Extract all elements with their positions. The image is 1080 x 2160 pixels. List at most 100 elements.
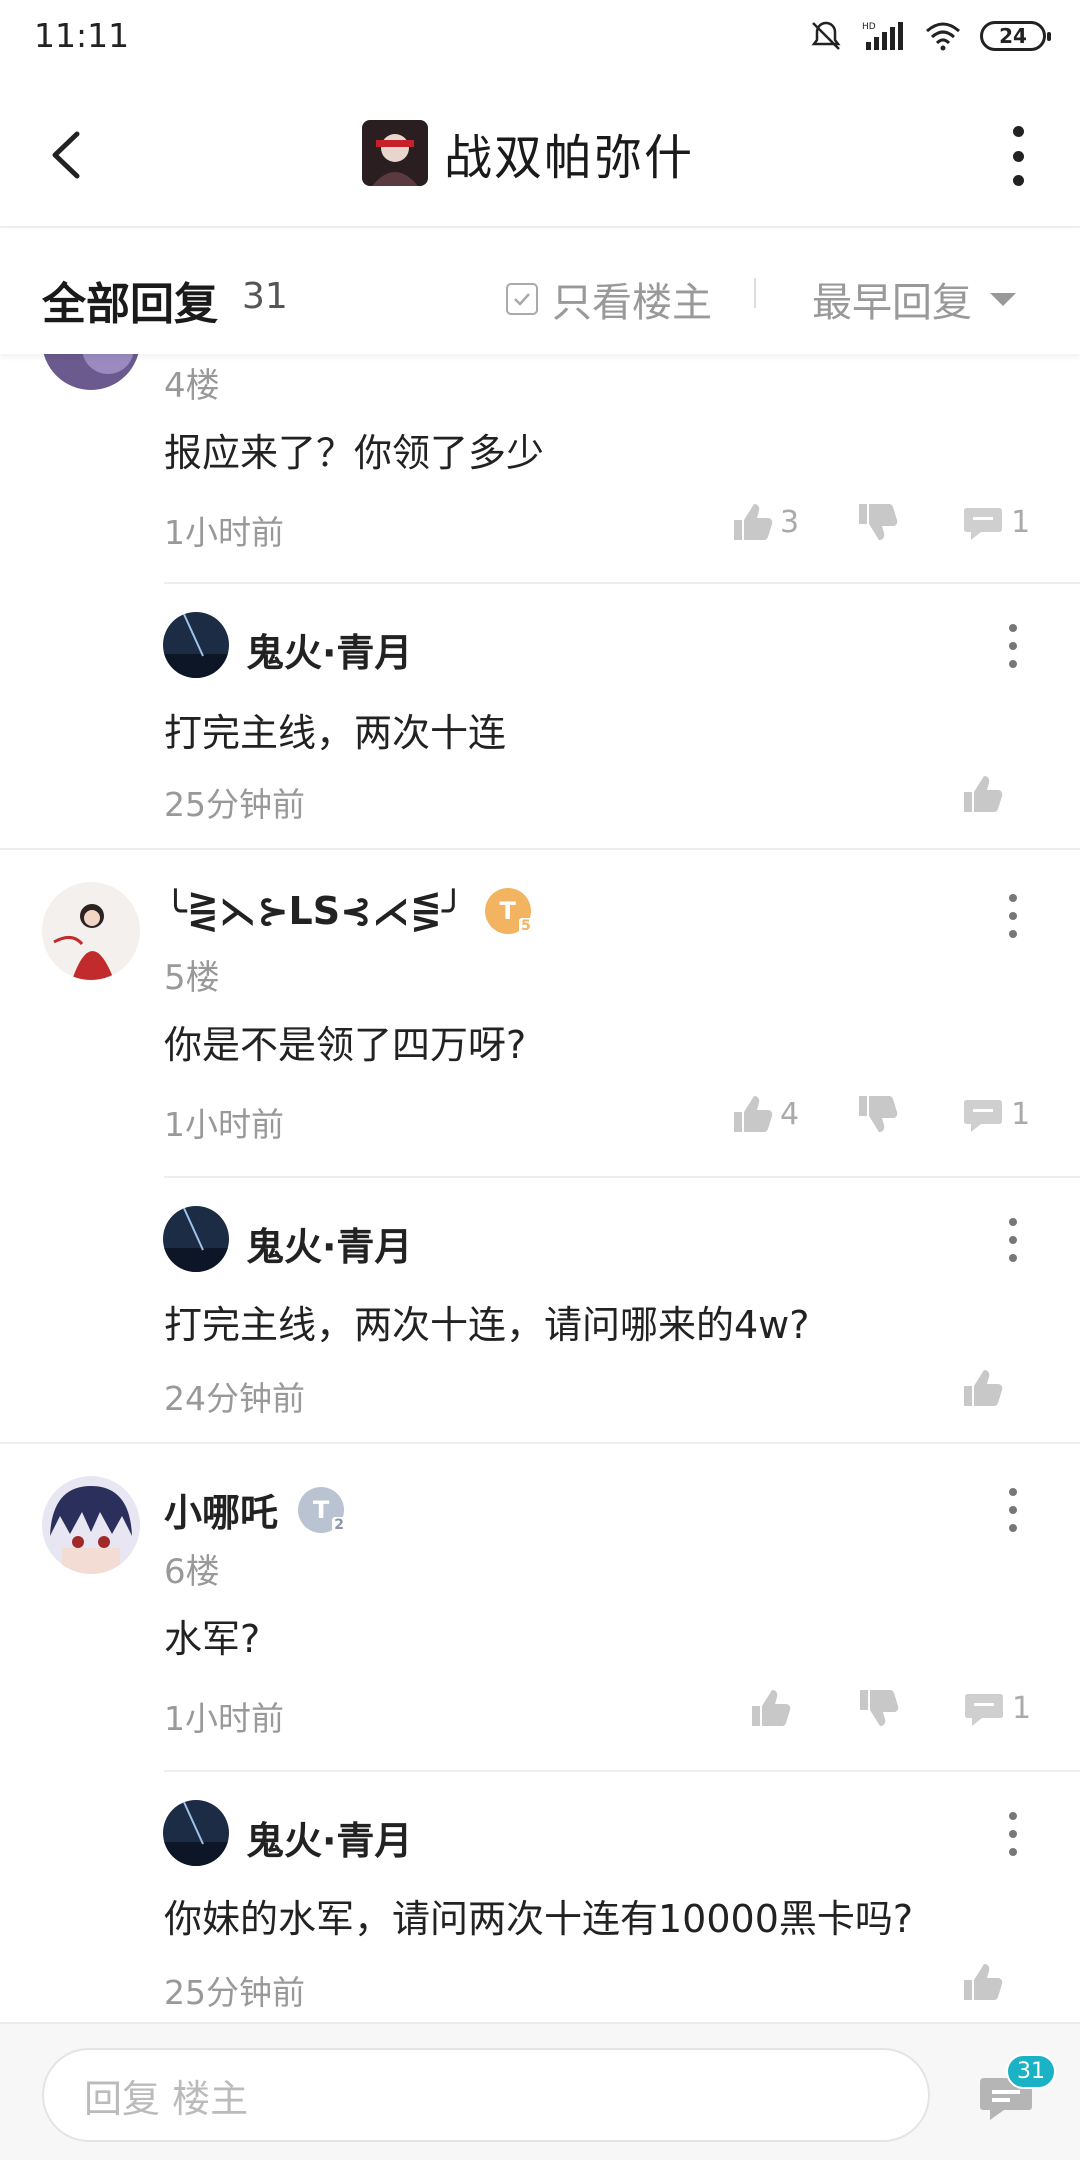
user-avatar[interactable] [42,354,140,390]
reply-username[interactable]: 鬼火·青月 [246,1810,412,1865]
post-more-button[interactable] [1008,894,1018,938]
sort-dropdown[interactable]: 最早回复 [812,270,1016,328]
reply-more-button[interactable] [1008,1218,1018,1262]
thumbs-down-icon [860,1690,899,1726]
reply-more-button[interactable] [1008,624,1018,668]
user-avatar[interactable] [163,1800,229,1866]
comment-button[interactable]: 1 [962,1686,1031,1730]
wifi-icon [926,22,960,51]
post-username[interactable]: ╰⋛⋋⊱LS⊰⋌⋚╯ T5 [164,888,533,934]
reply-time: 1小时前 [164,513,284,552]
user-avatar[interactable] [163,1206,229,1272]
signal-icon: HD [862,22,903,50]
user-avatar[interactable] [163,612,229,678]
thumbs-up-icon [752,1690,791,1726]
comment-button[interactable]: 1 [961,1092,1030,1136]
more-options-button[interactable] [1008,126,1028,186]
thumbs-up-icon [734,1096,773,1132]
reply-filter-bar: 全部回复 31 只看楼主 最早回复 [0,230,1080,354]
username-text: 小哪吒 [164,1491,279,1535]
reply-more-button[interactable] [1008,1812,1018,1856]
post-more-button[interactable] [1008,1488,1018,1532]
floor-number: 6楼 [164,1552,220,1592]
user-avatar[interactable] [42,1476,140,1574]
reply-time: 25分钟前 [164,1973,305,2012]
reply-item: ╰⋛⋋⊱LS⊰⋌⋚╯ T5 5楼 你是不是领了四万呀? 1小时前 4 1 鬼火·… [0,850,1080,1442]
battery-indicator: 24 [980,21,1051,51]
like-button[interactable] [748,1686,792,1730]
reply-time: 24分钟前 [164,1379,305,1418]
user-avatar[interactable] [42,882,140,980]
reply-feed[interactable]: 4楼 报应来了？你领了多少 1小时前 3 1 鬼火·青月 打完主线，两次十连 2… [0,354,1080,2022]
level-badge-icon: T5 [484,888,533,934]
thumbs-down-icon [859,1096,898,1132]
caret-down-icon [990,292,1016,306]
reply-bar: 回复 楼主 31 [0,2022,1080,2160]
comment-count: 1 [1012,1690,1032,1726]
game-logo [362,120,428,186]
dislike-button[interactable] [856,1686,900,1730]
status-icons: HD 24 [808,18,1051,54]
forum-title-group[interactable]: 战双帕弥什 [362,118,694,188]
divider [164,1770,1080,1772]
thumbs-up-icon [964,1370,1003,1406]
divider [164,1176,1080,1178]
more-dot-icon [1012,175,1024,186]
reply-time: 1小时前 [164,1105,284,1144]
reply-item: 4楼 报应来了？你领了多少 1小时前 3 1 鬼火·青月 打完主线，两次十连 2… [0,354,1080,848]
back-arrow-icon [52,131,80,179]
floor-number: 4楼 [164,366,220,406]
only-op-toggle[interactable]: 只看楼主 [506,270,712,328]
like-button[interactable] [960,1366,1004,1410]
reply-content: 报应来了？你领了多少 [164,431,545,475]
reply-content: 水军? [164,1617,261,1661]
reply-actions: 4 1 [730,1092,1030,1136]
page-title: 战双帕弥什 [444,130,695,186]
level-badge-icon: T2 [298,1486,347,1533]
status-time: 11:11 [34,16,130,55]
thumbs-up-icon [964,1964,1003,2000]
comment-count: 1 [1011,504,1031,540]
reply-content: 你妹的水军，请问两次十连有10000黑卡吗? [164,1897,914,1941]
reply-content: 你是不是领了四万呀? [164,1023,527,1067]
only-op-label: 只看楼主 [552,280,712,326]
reply-username[interactable]: 鬼火·青月 [246,622,412,677]
like-button[interactable] [960,772,1004,816]
divider [754,278,756,308]
dislike-button[interactable] [855,1092,899,1136]
status-bar: 11:11 HD 24 [0,0,1080,80]
comment-icon [965,1694,1003,1726]
back-button[interactable] [36,120,96,190]
mute-icon [811,21,841,50]
like-button[interactable]: 3 [730,500,799,544]
comment-count-badge: 31 [1006,2054,1056,2089]
post-username[interactable]: 小哪吒 T2 [164,1482,347,1537]
reply-input[interactable]: 回复 楼主 [42,2048,930,2142]
comment-icon [964,508,1003,540]
divider [164,582,1080,584]
like-button[interactable]: 4 [730,1092,799,1136]
top-bar: 战双帕弥什 [0,80,1080,228]
thumbs-up-icon [964,776,1003,812]
comment-icon [964,1100,1003,1132]
reply-time: 1小时前 [164,1699,284,1738]
checkbox-icon [506,283,538,315]
all-replies-label: 全部回复 [42,279,218,330]
reply-time: 25分钟前 [164,785,305,824]
comment-button[interactable]: 1 [961,500,1030,544]
more-dot-icon [1012,150,1024,162]
like-count: 4 [780,1096,800,1132]
reply-content: 打完主线，两次十连 [164,711,507,755]
more-dot-icon [1012,126,1024,137]
reply-username[interactable]: 鬼火·青月 [246,1216,412,1271]
reply-item: 小哪吒 T2 6楼 水军? 1小时前 1 鬼火·青月 你妹的水军，请问两次十连有… [0,1444,1080,2022]
thumbs-up-icon [734,504,773,540]
reply-actions [960,1960,1004,2004]
reply-actions [960,1366,1004,1410]
floor-number: 5楼 [164,958,220,998]
svg-text:HD: HD [862,22,876,32]
like-button[interactable] [960,1960,1004,2004]
thumbs-down-icon [859,504,898,540]
reply-count: 31 [242,276,288,317]
dislike-button[interactable] [855,500,899,544]
